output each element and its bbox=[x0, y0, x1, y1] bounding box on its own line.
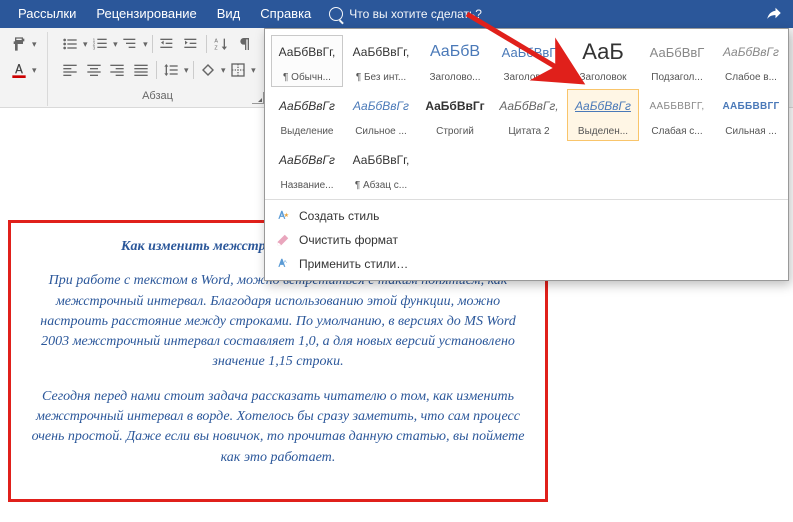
style-label: Сильное ... bbox=[355, 126, 407, 137]
apply-styles-label: Применить стили… bbox=[299, 257, 408, 271]
paragraph-dialog-launcher[interactable] bbox=[252, 92, 264, 104]
style-preview: АаБбВвГг, bbox=[279, 38, 336, 66]
decrease-indent-icon[interactable] bbox=[157, 34, 179, 54]
borders-icon[interactable] bbox=[228, 60, 250, 80]
tell-me-placeholder: Что вы хотите сделать? bbox=[349, 7, 482, 21]
align-right-icon[interactable] bbox=[107, 60, 129, 80]
clear-format-item[interactable]: Очистить формат bbox=[265, 228, 788, 252]
style-preview: АаБбВвГ bbox=[502, 38, 557, 66]
style-label: ¶ Обычн... bbox=[283, 72, 331, 83]
style-label: Слабое в... bbox=[725, 72, 777, 83]
multilevel-list-icon[interactable] bbox=[120, 34, 142, 54]
style-preview: АаБбВ bbox=[430, 38, 480, 66]
show-marks-icon[interactable] bbox=[234, 34, 256, 54]
style-item[interactable]: АаБбВвГ Заголово... bbox=[493, 35, 565, 87]
format-painter-icon[interactable] bbox=[8, 34, 30, 54]
styles-gallery: АаБбВвГг, ¶ Обычн... АаБбВвГг, ¶ Без инт...… bbox=[264, 28, 789, 281]
svg-text:Z: Z bbox=[215, 45, 219, 51]
style-item[interactable]: АаБ Заголовок bbox=[567, 35, 639, 87]
menubar: Рассылки Рецензирование Вид Справка Что … bbox=[0, 0, 793, 28]
style-item[interactable]: АаБбВвГг Выделен... bbox=[567, 89, 639, 141]
menu-view[interactable]: Вид bbox=[207, 0, 251, 28]
style-preview: АаБбВвГг, bbox=[499, 92, 558, 120]
style-item[interactable]: АаБбВвГг, ¶ Абзац с... bbox=[345, 143, 417, 195]
style-label: Выделен... bbox=[578, 126, 628, 137]
style-item[interactable]: АаБбВвГг Слабое в... bbox=[715, 35, 787, 87]
menu-review[interactable]: Рецензирование bbox=[86, 0, 206, 28]
svg-text:★: ★ bbox=[284, 212, 289, 219]
bullets-icon[interactable] bbox=[60, 34, 82, 54]
style-label: ¶ Без инт... bbox=[356, 72, 406, 83]
style-preview: АаБбВвГ bbox=[650, 38, 705, 66]
style-item[interactable]: АаБбВвГг, ¶ Без инт... bbox=[345, 35, 417, 87]
apply-styles-icon: A bbox=[275, 256, 291, 272]
eraser-icon bbox=[275, 232, 291, 248]
style-item[interactable]: АаБбВвГг Выделение bbox=[271, 89, 343, 141]
doc-paragraph: Сегодня перед нами стоит задача рассказа… bbox=[25, 387, 531, 468]
style-label: Выделение bbox=[281, 126, 334, 137]
style-item[interactable]: ААББВВГГ Сильная ... bbox=[715, 89, 787, 141]
svg-text:A: A bbox=[284, 259, 288, 264]
search-icon bbox=[329, 7, 343, 21]
shading-icon[interactable] bbox=[198, 60, 220, 80]
style-preview: АаБбВвГг, bbox=[353, 38, 410, 66]
style-label: Заголово... bbox=[430, 72, 481, 83]
style-preview: ААББВВГГ, bbox=[650, 92, 705, 120]
menu-mailings[interactable]: Рассылки bbox=[8, 0, 86, 28]
svg-text:A: A bbox=[215, 39, 219, 45]
align-left-icon[interactable] bbox=[60, 60, 82, 80]
line-spacing-icon[interactable] bbox=[161, 60, 183, 80]
create-style-icon: ★ bbox=[275, 208, 291, 224]
style-item[interactable]: АаБбВвГг, Цитата 2 bbox=[493, 89, 565, 141]
style-label: ¶ Абзац с... bbox=[355, 180, 407, 191]
style-preview: АаБбВвГг bbox=[279, 92, 335, 120]
style-label: Цитата 2 bbox=[508, 126, 549, 137]
sort-icon[interactable]: AZ bbox=[211, 34, 233, 54]
style-item[interactable]: АаБбВ Заголово... bbox=[419, 35, 491, 87]
style-item[interactable]: АаБбВвГг Название... bbox=[271, 143, 343, 195]
style-preview: АаБбВвГг, bbox=[353, 146, 410, 174]
share-icon[interactable] bbox=[765, 4, 785, 24]
style-label: Слабая с... bbox=[651, 126, 702, 137]
style-item[interactable]: АаБбВвГг Сильное ... bbox=[345, 89, 417, 141]
style-preview: АаБбВвГг bbox=[279, 146, 335, 174]
align-justify-icon[interactable] bbox=[130, 60, 152, 80]
style-item[interactable]: ААББВВГГ, Слабая с... bbox=[641, 89, 713, 141]
style-preview: АаБбВвГг bbox=[575, 92, 631, 120]
style-label: Строгий bbox=[436, 126, 474, 137]
style-preview: АаБ bbox=[582, 38, 624, 66]
style-preview: АаБбВвГг bbox=[353, 92, 409, 120]
create-style-item[interactable]: ★ Создать стиль bbox=[265, 204, 788, 228]
font-color-icon[interactable] bbox=[8, 60, 30, 80]
style-preview: АаБбВвГг bbox=[723, 38, 779, 66]
style-label: Заголовок bbox=[579, 72, 626, 83]
style-item[interactable]: АаБбВвГ Подзагол... bbox=[641, 35, 713, 87]
style-item[interactable]: АаБбВвГг, ¶ Обычн... bbox=[271, 35, 343, 87]
style-item[interactable]: АаБбВвГг Строгий bbox=[419, 89, 491, 141]
style-label: Заголово... bbox=[504, 72, 555, 83]
style-preview: ААББВВГГ bbox=[723, 92, 780, 120]
tell-me-search[interactable]: Что вы хотите сделать? bbox=[329, 7, 482, 21]
numbering-icon[interactable]: 123 bbox=[90, 34, 112, 54]
align-center-icon[interactable] bbox=[83, 60, 105, 80]
menu-help[interactable]: Справка bbox=[250, 0, 321, 28]
doc-paragraph: При работе с текстом в Word, можно встре… bbox=[25, 271, 531, 372]
apply-styles-item[interactable]: A Применить стили… bbox=[265, 252, 788, 276]
style-label: Название... bbox=[280, 180, 333, 191]
increase-indent-icon[interactable] bbox=[180, 34, 202, 54]
style-label: Сильная ... bbox=[725, 126, 776, 137]
style-label: Подзагол... bbox=[651, 72, 702, 83]
clear-format-label: Очистить формат bbox=[299, 233, 398, 247]
paragraph-group-label: Абзац bbox=[60, 90, 256, 104]
style-preview: АаБбВвГг bbox=[425, 92, 484, 120]
svg-text:3: 3 bbox=[93, 45, 96, 50]
create-style-label: Создать стиль bbox=[299, 209, 379, 223]
